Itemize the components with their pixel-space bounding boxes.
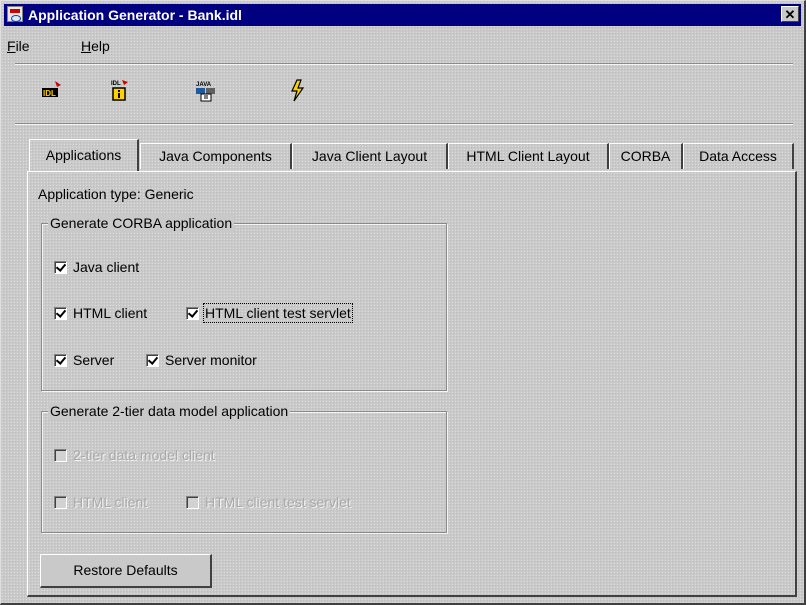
app-icon[interactable] [7, 6, 23, 22]
twotier-html-test-servlet-label: HTML client test servlet [205, 494, 351, 510]
application-type-label: Application type: Generic [38, 186, 194, 202]
tab-applications[interactable]: Applications [29, 139, 139, 171]
server-monitor-label: Server monitor [165, 352, 257, 368]
twotier-html-client-label: HTML client [73, 494, 148, 510]
toolbar-separator [15, 123, 793, 125]
tab-html-client-layout[interactable]: HTML Client Layout [448, 143, 609, 169]
html-client-label: HTML client [73, 305, 148, 321]
corba-group-title: Generate CORBA application [48, 214, 235, 232]
window-title: Application Generator - Bank.idl [28, 7, 242, 23]
svg-text:IDL: IDL [43, 89, 56, 98]
twotier-html-client-checkbox[interactable]: HTML client [54, 494, 147, 510]
close-button[interactable]: ✕ [781, 6, 799, 22]
checkbox-box[interactable] [54, 448, 67, 462]
data-model-client-checkbox[interactable]: 2-tier data model client [54, 447, 215, 463]
corba-group: Generate CORBA application Java client H… [41, 214, 447, 391]
checkbox-box[interactable] [54, 495, 67, 509]
checkbox-box[interactable] [186, 306, 199, 320]
lightning-run-icon[interactable] [283, 71, 315, 111]
two-tier-group: Generate 2-tier data model application 2… [41, 402, 447, 533]
tab-corba[interactable]: CORBA [609, 143, 683, 169]
menu-help[interactable]: Help [81, 38, 110, 54]
svg-text:JAVA: JAVA [196, 82, 212, 88]
html-client-checkbox[interactable]: HTML client [54, 305, 147, 321]
checkbox-box[interactable] [54, 306, 67, 320]
tab-data-access[interactable]: Data Access [683, 143, 794, 169]
tab-java-client-layout[interactable]: Java Client Layout [292, 143, 448, 169]
twotier-html-test-servlet-checkbox[interactable]: HTML client test servlet [186, 494, 351, 510]
menu-bar: File Help [4, 28, 801, 62]
checkbox-box[interactable] [54, 260, 67, 274]
data-model-client-label: 2-tier data model client [73, 447, 215, 463]
checkbox-box[interactable] [146, 353, 159, 367]
html-test-servlet-checkbox[interactable]: HTML client test servlet [186, 303, 353, 323]
idl-info-icon[interactable]: IDL [105, 71, 137, 111]
two-tier-group-title: Generate 2-tier data model application [48, 402, 291, 420]
application-window: Application Generator - Bank.idl ✕ File … [0, 0, 806, 605]
java-generate-icon[interactable]: JAVA [191, 71, 223, 111]
restore-defaults-button[interactable]: Restore Defaults [40, 554, 212, 588]
server-monitor-checkbox[interactable]: Server monitor [146, 352, 257, 368]
checkbox-box[interactable] [54, 353, 67, 367]
tab-java-components[interactable]: Java Components [140, 143, 292, 169]
menu-separator [15, 63, 793, 65]
server-checkbox[interactable]: Server [54, 352, 114, 368]
html-test-servlet-label: HTML client test servlet [203, 303, 353, 323]
java-client-label: Java client [73, 259, 140, 275]
server-label: Server [73, 352, 115, 368]
checkbox-box[interactable] [186, 495, 199, 509]
svg-text:IDL: IDL [111, 81, 121, 87]
idl-import-icon[interactable]: IDL [37, 71, 69, 111]
title-bar[interactable]: Application Generator - Bank.idl ✕ [4, 4, 801, 26]
java-client-checkbox[interactable]: Java client [54, 259, 139, 275]
menu-file[interactable]: File [7, 38, 30, 54]
toolbar: IDL IDL JAVA [15, 71, 793, 119]
applications-panel: Application type: Generic Generate CORBA… [27, 171, 797, 597]
